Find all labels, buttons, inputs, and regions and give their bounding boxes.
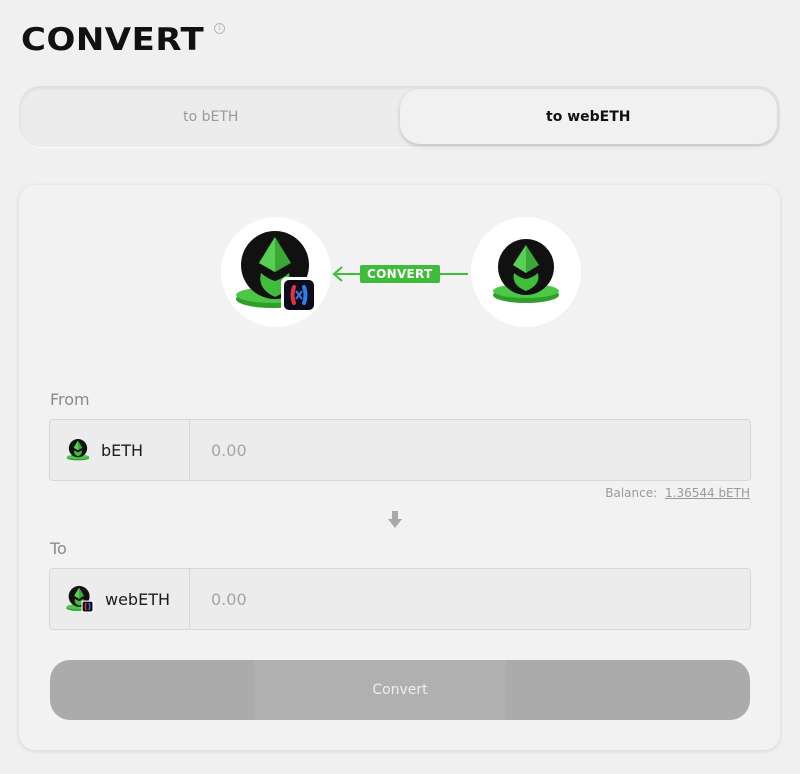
beth-token-circle (471, 217, 581, 327)
webeth-token-circle (221, 217, 331, 327)
convert-direction-tabs: to bETH to webETH (19, 86, 780, 147)
beth-token-icon (66, 439, 90, 461)
to-token-name: webETH (105, 589, 170, 609)
from-field: bETH (49, 419, 751, 481)
convert-button-label: Convert (372, 682, 428, 698)
from-label: From (50, 390, 90, 409)
from-token-select[interactable]: bETH (50, 420, 190, 480)
to-field: webETH (49, 568, 751, 630)
from-token-name: bETH (101, 440, 144, 460)
balance-value-link[interactable]: 1.36544 bETH (665, 486, 750, 500)
to-label: To (50, 539, 67, 558)
to-token-select[interactable]: webETH (50, 569, 190, 629)
page-title: CONVERT (21, 21, 205, 59)
convert-badge: CONVERT (360, 265, 440, 283)
balance-text: Balance: 1.36544 bETH (605, 486, 750, 500)
beth-token-icon (493, 239, 559, 303)
arrow-down-icon[interactable] (388, 511, 402, 529)
from-amount-input[interactable] (190, 420, 750, 480)
to-amount-input[interactable] (190, 569, 750, 629)
convert-card: CONVERT From bETH Balance: 1 (19, 185, 780, 750)
page-header: CONVERT i (21, 20, 226, 60)
info-icon[interactable]: i (214, 23, 226, 34)
webeth-token-icon (236, 231, 317, 313)
tab-to-beth[interactable]: to bETH (22, 89, 400, 144)
tab-to-webeth[interactable]: to webETH (399, 89, 777, 144)
balance-label: Balance: (605, 486, 658, 500)
convert-button[interactable]: Convert (50, 660, 750, 720)
webeth-token-icon (66, 585, 94, 613)
